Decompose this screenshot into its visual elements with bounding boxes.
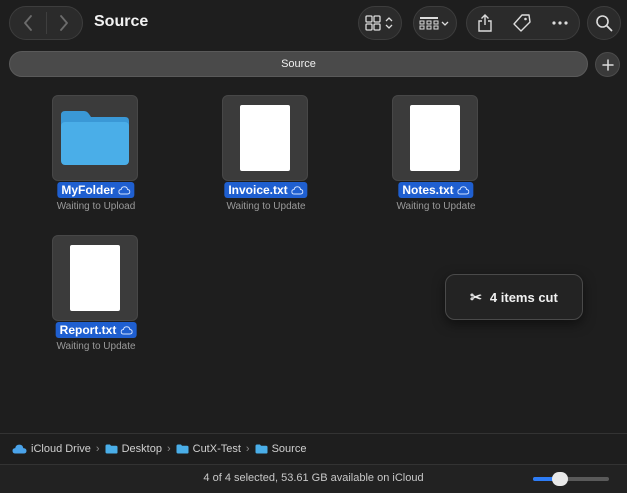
group-by-button[interactable] (413, 6, 457, 40)
file-status: Waiting to Upload (56, 201, 136, 212)
icloud-icon (457, 185, 470, 194)
file-name-label: Invoice.txt (224, 182, 308, 198)
back-button[interactable] (10, 7, 46, 39)
icloud-icon (12, 444, 27, 454)
toast-text: 4 items cut (489, 289, 558, 305)
file-item-invoice[interactable]: Invoice.txt Waiting to Update (210, 95, 322, 217)
path-bar: iCloud Drive › Desktop › CutX-Test › Sou… (0, 433, 627, 464)
icloud-icon (118, 185, 131, 194)
file-name-text: Invoice.txt (228, 183, 288, 197)
search-button[interactable] (587, 6, 621, 40)
tag-button[interactable] (513, 14, 531, 32)
share-button[interactable] (477, 14, 493, 32)
file-thumbnail (52, 235, 138, 321)
scissors-icon: ✂ (470, 288, 482, 305)
tab-label: Source (281, 58, 316, 70)
file-item-notes[interactable]: Notes.txt Waiting to Update (380, 95, 492, 217)
cut-notification: ✂ 4 items cut (445, 274, 583, 320)
plus-icon (601, 58, 614, 71)
status-bar: 4 of 4 selected, 53.61 GB available on i… (0, 464, 627, 493)
breadcrumb-desktop[interactable]: Desktop (105, 443, 162, 455)
file-thumbnail (52, 95, 138, 181)
file-name-label: MyFolder (57, 182, 135, 198)
group-grid-icon (419, 17, 449, 30)
document-icon (70, 245, 120, 311)
file-name-text: Report.txt (59, 323, 117, 337)
breadcrumb-source[interactable]: Source (255, 443, 307, 455)
icloud-icon (291, 185, 304, 194)
file-status: Waiting to Update (226, 201, 306, 212)
document-icon (410, 105, 460, 171)
document-icon (240, 105, 290, 171)
forward-button[interactable] (46, 7, 82, 39)
tab-source[interactable]: Source (9, 51, 588, 77)
file-thumbnail (222, 95, 308, 181)
breadcrumb-label: iCloud Drive (31, 443, 91, 455)
new-tab-button[interactable] (595, 52, 620, 77)
share-icon (478, 14, 492, 32)
more-button[interactable] (551, 20, 569, 26)
file-status: Waiting to Update (56, 341, 136, 352)
breadcrumb-icloud-drive[interactable]: iCloud Drive (12, 443, 91, 455)
toolbar: Source (0, 0, 627, 48)
file-name-label: Notes.txt (398, 182, 474, 198)
breadcrumb-cutx-test[interactable]: CutX-Test (176, 443, 241, 455)
folder-icon (61, 111, 129, 165)
navigation-group (9, 6, 83, 40)
icloud-icon (120, 325, 133, 334)
folder-icon (105, 444, 118, 454)
tag-icon (513, 14, 531, 32)
folder-icon (255, 444, 268, 454)
slider-knob[interactable] (551, 472, 568, 486)
actions-group (466, 6, 580, 40)
file-name-text: MyFolder (61, 183, 115, 197)
file-name-text: Notes.txt (402, 183, 454, 197)
file-item-myfolder[interactable]: MyFolder Waiting to Upload (40, 95, 152, 217)
view-mode-button[interactable] (358, 6, 402, 40)
breadcrumb-label: Source (271, 443, 307, 455)
file-thumbnail (392, 95, 478, 181)
search-icon (596, 15, 613, 32)
breadcrumb-separator-icon: › (95, 443, 100, 455)
breadcrumb-label: CutX-Test (192, 443, 241, 455)
breadcrumb-label: Desktop (121, 443, 162, 455)
file-status: Waiting to Update (396, 201, 476, 212)
icon-size-slider[interactable] (533, 472, 609, 486)
breadcrumb-separator-icon: › (166, 443, 171, 455)
file-item-report[interactable]: Report.txt Waiting to Update (40, 235, 152, 357)
window-title: Source (94, 13, 149, 30)
file-name-label: Report.txt (55, 322, 137, 338)
ellipsis-icon (552, 21, 568, 25)
folder-icon (176, 444, 189, 454)
chevron-right-icon (60, 15, 69, 31)
breadcrumb-separator-icon: › (245, 443, 250, 455)
icon-grid-icon (365, 15, 393, 31)
chevron-left-icon (23, 15, 32, 31)
